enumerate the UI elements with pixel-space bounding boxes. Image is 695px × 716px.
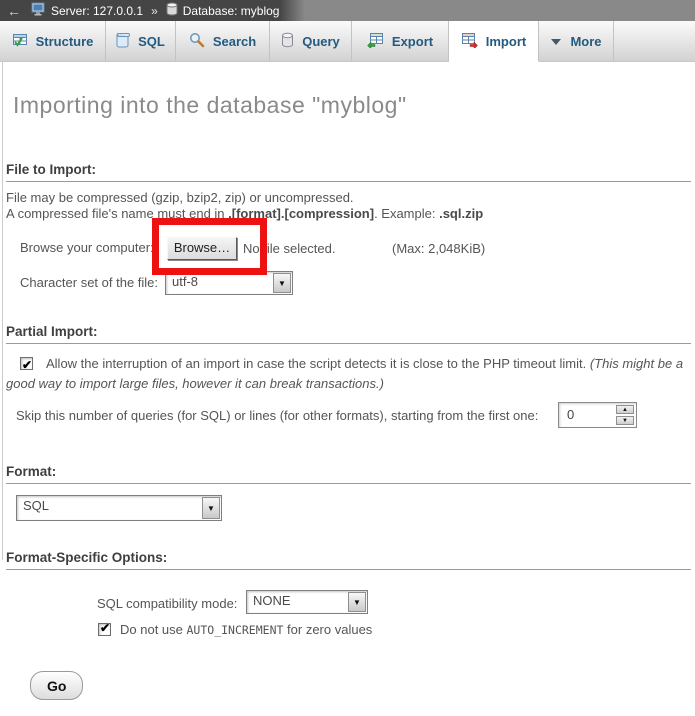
- format-select[interactable]: SQL: [16, 495, 222, 521]
- breadcrumb-database-link[interactable]: Database: myblog: [183, 4, 280, 18]
- zero-values-checkbox[interactable]: [98, 623, 111, 636]
- tab-more[interactable]: More: [539, 21, 614, 61]
- breadcrumb-bar: ← Server: 127.0.0.1 » Database: myblog: [0, 0, 695, 21]
- database-cylinder-icon: [166, 2, 178, 19]
- allow-interruption-row: Allow the interruption of an import in c…: [6, 354, 684, 394]
- breadcrumb-separator: »: [151, 4, 158, 18]
- tab-label: Import: [486, 34, 526, 49]
- go-button[interactable]: Go: [30, 671, 83, 700]
- content-left-border: [2, 62, 3, 560]
- tab-label: More: [570, 34, 601, 49]
- spinner-buttons: ▲ ▼: [616, 405, 634, 425]
- no-file-selected-text: No file selected.: [243, 241, 336, 256]
- compression-help-text: File may be compressed (gzip, bzip2, zip…: [6, 190, 483, 222]
- sql-page-icon: [116, 32, 130, 51]
- charset-select[interactable]: utf-8: [165, 271, 293, 295]
- spinner-up-icon[interactable]: ▲: [616, 405, 634, 414]
- structure-table-icon: [12, 32, 28, 51]
- browse-button[interactable]: Browse…: [167, 237, 237, 260]
- search-magnifier-icon: [189, 32, 205, 51]
- sql-compatibility-label: SQL compatibility mode:: [97, 596, 237, 611]
- skip-queries-input[interactable]: 0 ▲ ▼: [558, 402, 637, 428]
- zero-values-label: Do not use AUTO_INCREMENT for zero value…: [120, 622, 372, 637]
- phpmyadmin-import-page: ← Server: 127.0.0.1 » Database: myblog S…: [0, 0, 695, 716]
- max-upload-size-text: (Max: 2,048KiB): [392, 241, 485, 256]
- tab-label: Structure: [36, 34, 94, 49]
- tab-strip-filler: [614, 21, 695, 61]
- compression-line1: File may be compressed (gzip, bzip2, zip…: [6, 190, 483, 206]
- server-monitor-icon: [31, 2, 46, 19]
- import-arrow-icon: [461, 32, 478, 51]
- format-selected-value: SQL: [17, 496, 201, 520]
- export-arrow-icon: [367, 32, 384, 51]
- compression-line2: A compressed file's name must end in .[f…: [6, 206, 483, 222]
- sql-compatibility-value: NONE: [247, 591, 347, 613]
- tab-structure[interactable]: Structure: [0, 21, 106, 61]
- page-title: Importing into the database "myblog": [13, 92, 407, 119]
- breadcrumb-server-link[interactable]: Server: 127.0.0.1: [51, 4, 143, 18]
- tab-label: Search: [213, 34, 256, 49]
- back-arrow-icon[interactable]: ←: [7, 3, 21, 19]
- tab-strip: Structure SQL Search Query Export: [0, 21, 695, 62]
- skip-queries-label: Skip this number of queries (for SQL) or…: [16, 408, 538, 423]
- tab-import[interactable]: Import: [449, 21, 539, 62]
- tab-label: Query: [302, 34, 340, 49]
- browse-label: Browse your computer:: [20, 240, 154, 255]
- zero-values-row: Do not use AUTO_INCREMENT for zero value…: [98, 622, 372, 637]
- tab-label: Export: [392, 34, 433, 49]
- charset-selected-value: utf-8: [166, 272, 272, 294]
- spinner-down-icon[interactable]: ▼: [616, 416, 634, 425]
- tab-export[interactable]: Export: [352, 21, 449, 61]
- section-heading-format-options: Format-Specific Options:: [6, 550, 691, 570]
- section-heading-format: Format:: [6, 464, 691, 484]
- tab-search[interactable]: Search: [176, 21, 270, 61]
- allow-interruption-checkbox[interactable]: [20, 357, 33, 370]
- dropdown-arrow-icon[interactable]: [348, 592, 366, 612]
- query-database-icon: [281, 32, 294, 51]
- sql-compatibility-select[interactable]: NONE: [246, 590, 368, 614]
- allow-interruption-text: Allow the interruption of an import in c…: [46, 356, 590, 371]
- breadcrumb: Server: 127.0.0.1 » Database: myblog: [31, 2, 279, 19]
- chevron-down-icon: [550, 34, 562, 49]
- section-heading-partial-import: Partial Import:: [6, 324, 691, 344]
- tab-label: SQL: [138, 34, 165, 49]
- tab-query[interactable]: Query: [270, 21, 352, 61]
- auto-increment-code: AUTO_INCREMENT: [187, 623, 284, 637]
- charset-label: Character set of the file:: [20, 275, 158, 290]
- dropdown-arrow-icon[interactable]: [273, 273, 291, 293]
- dropdown-arrow-icon[interactable]: [202, 497, 220, 519]
- section-heading-file-to-import: File to Import:: [6, 162, 691, 182]
- skip-queries-value[interactable]: 0: [559, 403, 614, 427]
- tab-sql[interactable]: SQL: [106, 21, 176, 61]
